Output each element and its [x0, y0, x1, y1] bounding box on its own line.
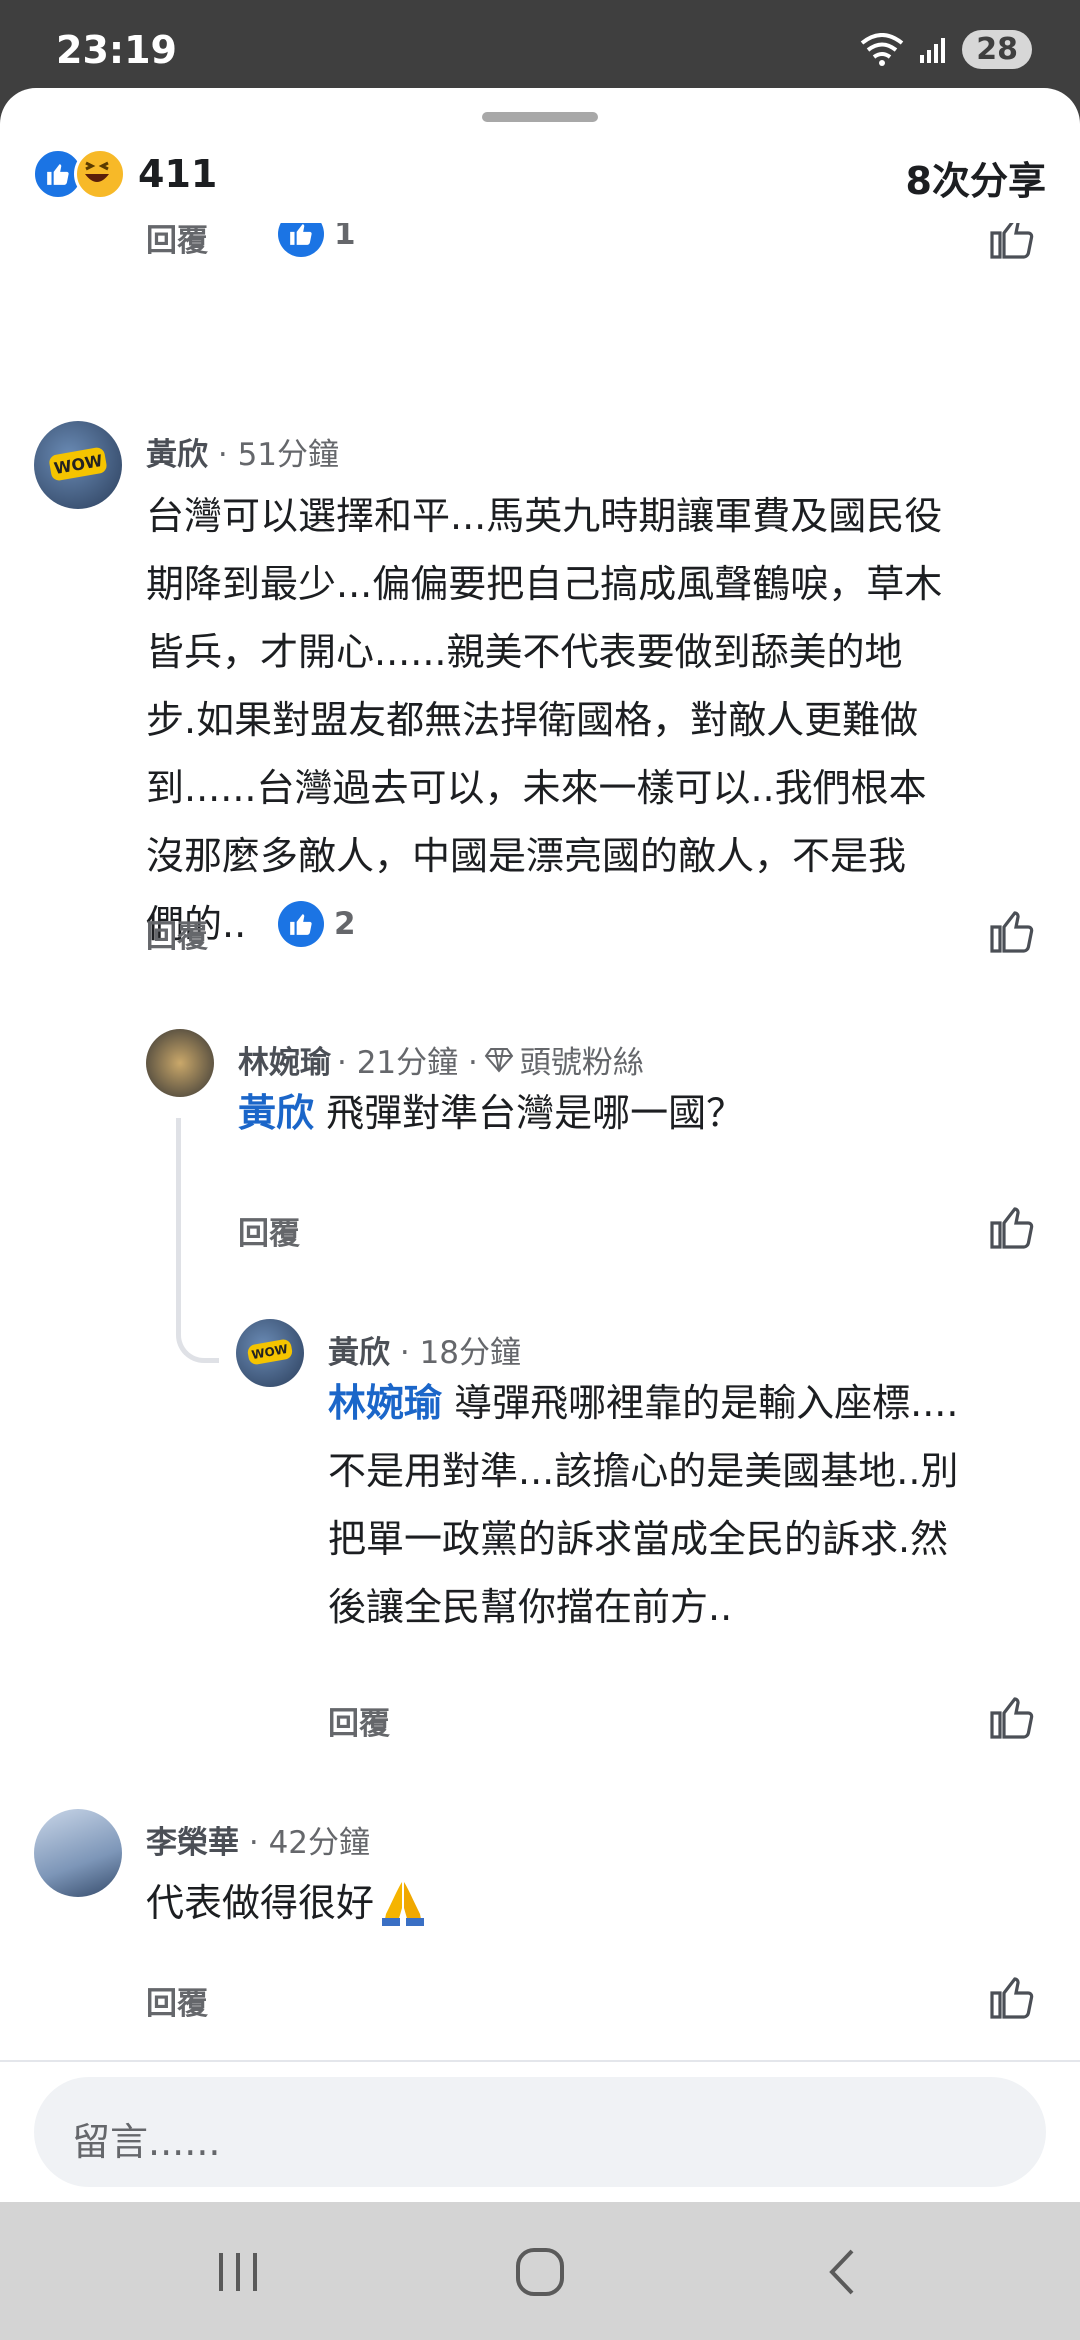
comment-time: · 21分鐘 · — [337, 1045, 478, 1081]
thumbs-up-icon[interactable] — [988, 223, 1036, 261]
comment-meta: 林婉瑜 · 21分鐘 · 頭號粉絲 — [238, 1037, 644, 1082]
diamond-icon — [484, 1047, 514, 1073]
comment-body: 台灣可以選擇和平...馬英九時期讓軍費及國民役 期降到最少...偏偏要把自己搞成… — [146, 482, 942, 958]
signal-icon — [920, 37, 946, 63]
like-icon — [278, 223, 324, 257]
comment-line: 期降到最少...偏偏要把自己搞成風聲鶴唳，草木 — [146, 562, 943, 606]
thread-connector — [176, 1118, 219, 1363]
comment-time: · 42分鐘 — [248, 1825, 371, 1861]
system-nav-bar — [0, 2202, 1080, 2340]
reply-button[interactable]: 回覆 — [146, 1978, 208, 2023]
comment-meta: 黃欣 · 51分鐘 — [146, 429, 339, 474]
comment-time: · 51分鐘 — [217, 437, 340, 473]
recents-icon — [219, 2253, 257, 2291]
comment-body: 黃欣 飛彈對準台灣是哪一國？ — [238, 1079, 744, 1147]
comment-line: 不是用對準...該擔心的是美國基地..別 — [328, 1449, 959, 1493]
author-name[interactable]: 黃欣 — [328, 1335, 390, 1371]
like-icon — [278, 901, 324, 947]
comment-list: 回覆 1 WOW 黃欣 · 51分鐘 台灣可以選擇和平...馬英九時期讓軍費及國… — [0, 223, 1080, 2148]
comment-text: 飛彈對準台灣是哪一國？ — [326, 1091, 745, 1135]
home-button[interactable] — [500, 2242, 580, 2302]
avatar[interactable]: WOW — [236, 1319, 304, 1387]
author-name[interactable]: 黃欣 — [146, 437, 208, 473]
status-icons: 28 — [860, 30, 1032, 69]
comments-sheet: 411 8次分享 回覆 1 WOW 黃欣 · 51分鐘 台灣可以選擇和平...馬… — [0, 88, 1080, 2202]
avatar[interactable] — [34, 1809, 122, 1897]
status-time: 23:19 — [56, 28, 177, 72]
comment-body: 林婉瑜 導彈飛哪裡靠的是輸入座標.... 不是用對準...該擔心的是美國基地..… — [328, 1369, 958, 1641]
haha-reaction-icon — [74, 148, 126, 200]
avatar-sticker: WOW — [246, 1338, 294, 1367]
composer-divider — [0, 2060, 1080, 2062]
comment-line: 台灣可以選擇和平...馬英九時期讓軍費及國民役 — [146, 494, 943, 538]
like-summary[interactable]: 2 — [278, 901, 356, 947]
back-button[interactable] — [802, 2242, 882, 2302]
comment-line: 步.如果對盟友都無法捍衛國格，對敵人更難做 — [146, 698, 919, 742]
comment-line: 們的.. — [146, 902, 247, 946]
wifi-icon — [861, 32, 904, 66]
comment-line: 皆兵，才開心......親美不代表要做到舔美的地 — [146, 630, 903, 674]
recents-button[interactable] — [198, 2242, 278, 2302]
like-summary[interactable]: 1 — [278, 223, 356, 257]
avatar[interactable] — [146, 1029, 214, 1097]
comment-line: 到......台灣過去可以，未來一樣可以..我們根本 — [146, 766, 927, 810]
comment-line: 沒那麼多敵人，中國是漂亮國的敵人，不是我 — [146, 834, 907, 878]
thumbs-up-icon[interactable] — [988, 1203, 1036, 1251]
mention-link[interactable]: 黃欣 — [238, 1091, 314, 1135]
reply-button[interactable]: 回覆 — [328, 1698, 390, 1743]
status-bar: 23:19 28 — [0, 0, 1080, 90]
reply-button[interactable]: 回覆 — [238, 1208, 300, 1253]
folded-hands-emoji-icon — [382, 1882, 425, 1926]
thumbs-up-icon[interactable] — [988, 1693, 1036, 1741]
drag-handle[interactable] — [482, 112, 598, 122]
reactions-summary[interactable]: 411 — [32, 148, 217, 200]
reply-button[interactable]: 回覆 — [146, 911, 208, 956]
comment-text: 代表做得很好 — [146, 1881, 375, 1925]
comment-input-placeholder: 留言...... — [72, 2120, 221, 2164]
comment-line: 把單一政黨的訴求當成全民的訴求.然 — [328, 1517, 949, 1561]
thumbs-up-icon[interactable] — [988, 907, 1036, 955]
like-count: 2 — [334, 906, 356, 942]
comment-line: 導彈飛哪裡靠的是輸入座標.... — [454, 1381, 959, 1425]
author-name[interactable]: 林婉瑜 — [238, 1037, 331, 1082]
comment-input[interactable]: 留言...... — [34, 2077, 1046, 2187]
comment-time: · 18分鐘 — [399, 1335, 522, 1371]
comment-meta: 李榮華 · 42分鐘 — [146, 1817, 370, 1862]
battery-level: 28 — [962, 30, 1032, 69]
reaction-count: 411 — [138, 152, 218, 196]
thumbs-up-icon[interactable] — [988, 1973, 1036, 2021]
comment-line: 後讓全民幫你擋在前方.. — [328, 1585, 733, 1629]
mention-link[interactable]: 林婉瑜 — [328, 1381, 442, 1425]
home-icon — [516, 2248, 564, 2296]
avatar-sticker: WOW — [47, 446, 109, 482]
top-fan-badge: 頭號粉絲 — [519, 1045, 644, 1081]
reply-button[interactable]: 回覆 — [146, 223, 208, 260]
comment-meta: 黃欣 · 18分鐘 — [328, 1327, 521, 1372]
comment-body: 代表做得很好 — [146, 1869, 428, 1937]
avatar[interactable]: WOW — [34, 421, 122, 509]
author-name[interactable]: 李榮華 — [146, 1825, 239, 1861]
like-count: 1 — [334, 223, 356, 252]
share-count[interactable]: 8次分享 — [906, 150, 1046, 205]
back-icon — [829, 2249, 854, 2295]
